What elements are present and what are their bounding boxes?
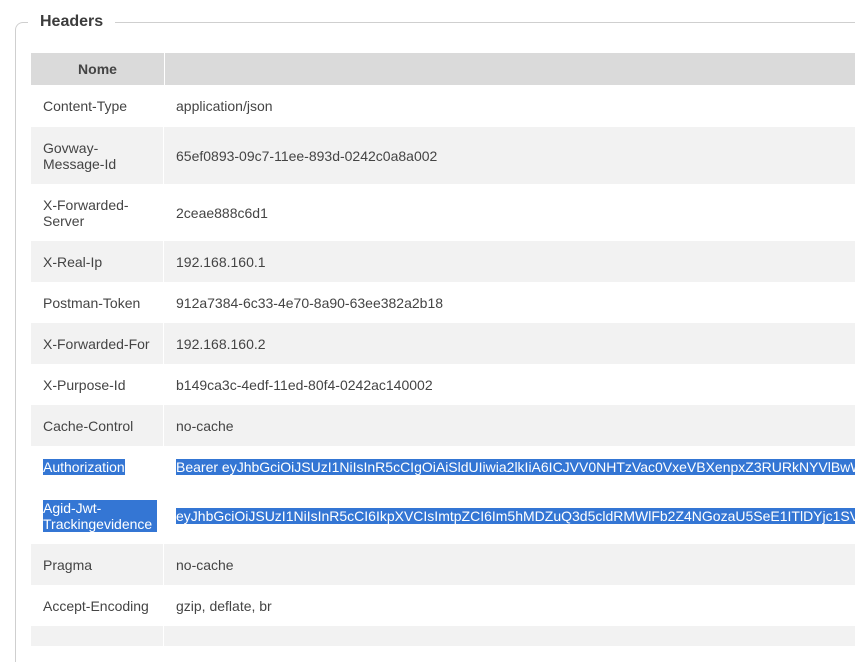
table-row: Cache-Control no-cache [31, 405, 855, 446]
header-value: 2ceae888c6d1 [176, 204, 268, 221]
section-title: Headers [28, 10, 116, 34]
table-row: X-Real-Ip 192.168.160.1 [31, 241, 855, 282]
header-name: Accept-Encoding [43, 597, 149, 614]
header-value: application/json [176, 98, 273, 114]
header-value: 912a7384-6c33-4e70-8a90-63ee382a2b18 [176, 294, 444, 311]
header-name: X-Purpose-Id [43, 376, 126, 393]
table-row [31, 626, 855, 646]
table-row: Agid-Jwt-Trackingevidence eyJhbGciOiJSUz… [31, 487, 855, 544]
header-name: Cache-Control [43, 417, 134, 434]
table-row: X-Purpose-Id b149ca3c-4edf-11ed-80f4-024… [31, 364, 855, 405]
header-value: 192.168.160.2 [176, 335, 266, 352]
header-value: eyJhbGciOiJSUzI1NiIsInR5cCI6IkpXVCIsImtp… [176, 507, 855, 524]
table-row: Authorization Bearer eyJhbGciOiJSUzI1NiI… [31, 446, 855, 487]
table-header: Nome [31, 53, 855, 85]
header-name: Postman-Token [43, 294, 141, 311]
table-row: X-Forwarded-For 192.168.160.2 [31, 323, 855, 364]
header-value: no-cache [176, 417, 234, 434]
header-name: Authorization [43, 458, 125, 475]
table-row: Accept-Encoding gzip, deflate, br [31, 585, 855, 626]
header-value: b149ca3c-4edf-11ed-80f4-0242ac140002 [176, 376, 433, 393]
table-row: Pragma no-cache [31, 544, 855, 585]
header-name: Content-Type [43, 98, 128, 114]
header-name: X-Forwarded-For [43, 335, 150, 352]
header-value: gzip, deflate, br [176, 597, 272, 614]
header-value: no-cache [176, 556, 234, 573]
header-name: Pragma [43, 556, 93, 573]
header-name: Agid-Jwt-Trackingevidence [43, 499, 157, 532]
table-row: Govway-Message-Id 65ef0893-09c7-11ee-893… [31, 127, 855, 184]
table-row: X-Forwarded-Server 2ceae888c6d1 [31, 184, 855, 241]
header-name: X-Real-Ip [43, 253, 103, 270]
header-value: 65ef0893-09c7-11ee-893d-0242c0a8a002 [176, 147, 438, 164]
table-row: Content-Type application/json [31, 85, 855, 127]
header-value: Bearer eyJhbGciOiJSUzI1NiIsInR5cCIgOiAiS… [176, 458, 855, 475]
column-header-name[interactable]: Nome [31, 53, 165, 85]
table-row: Postman-Token 912a7384-6c33-4e70-8a90-63… [31, 282, 855, 323]
header-name: Govway-Message-Id [43, 139, 117, 172]
header-value: 192.168.160.1 [176, 253, 266, 270]
header-name: X-Forwarded-Server [43, 196, 129, 229]
headers-table: Nome Content-Type application/json Govwa… [31, 53, 855, 646]
